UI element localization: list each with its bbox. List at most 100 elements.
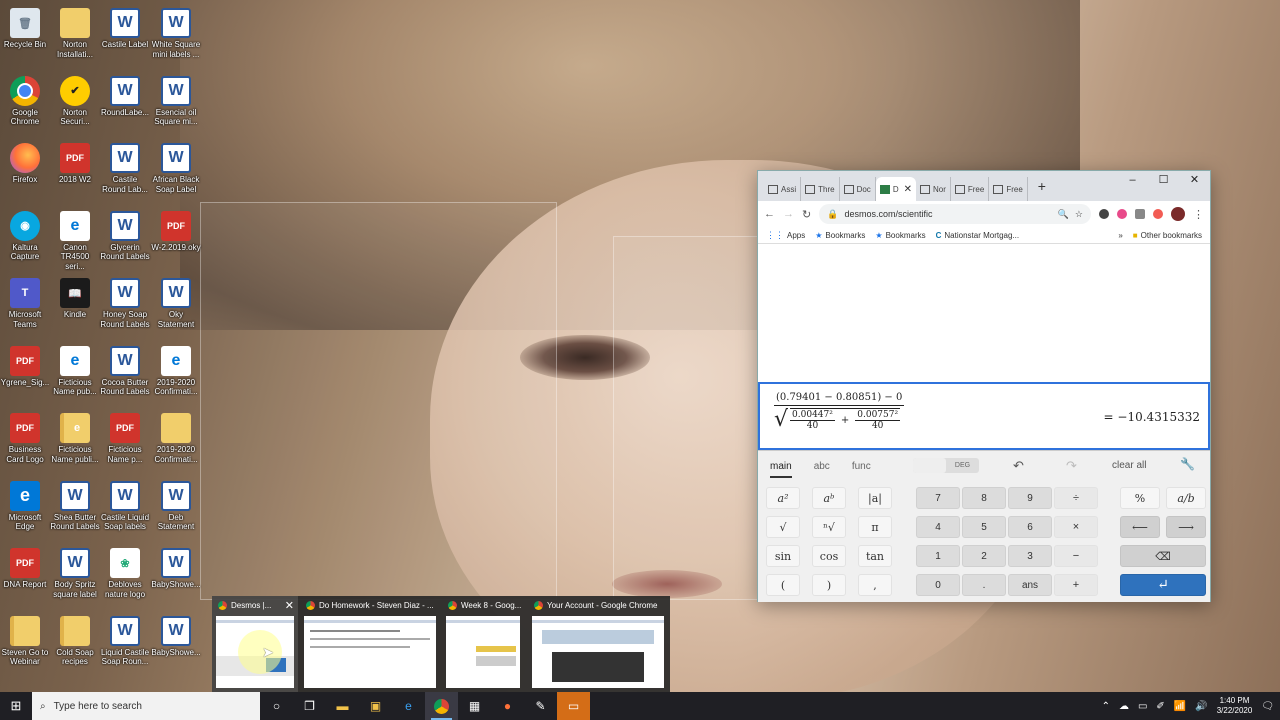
desktop-icon[interactable]: W Cocoa Butter Round Labels [100, 342, 150, 406]
calculator-icon[interactable]: ▦ [458, 692, 491, 720]
close-tab-icon[interactable]: ✕ [904, 184, 912, 195]
volume-icon[interactable]: 🔊 [1195, 701, 1207, 712]
tan-key[interactable]: tan [858, 545, 892, 567]
notifications-icon[interactable]: 🗨 [1261, 701, 1274, 712]
desktop-icon[interactable]: W Castile Liquid Soap labels [100, 477, 150, 541]
bookmark-apps[interactable]: ⋮⋮ Apps [766, 230, 805, 241]
desktop-icon[interactable]: 📖 Kindle [50, 274, 100, 338]
minimize-button[interactable]: – [1117, 171, 1148, 191]
digit-6-key[interactable]: 6 [1008, 516, 1052, 538]
task-view-icon[interactable]: ❐ [293, 692, 326, 720]
desktop-icon[interactable]: Cold Soap recipes [50, 612, 100, 676]
pen-icon[interactable]: ✐ [1156, 701, 1164, 712]
multiply-key[interactable]: × [1054, 516, 1098, 538]
desktop-icon[interactable]: PDF W-2.2019.oky [151, 207, 201, 271]
desktop-icon[interactable]: W Castile Label [100, 4, 150, 68]
new-tab-button[interactable]: + [1038, 178, 1046, 194]
recording-app-icon[interactable]: ▭ [557, 692, 590, 720]
sin-key[interactable]: sin [766, 545, 800, 567]
close-preview-icon[interactable]: ✕ [285, 599, 294, 612]
desktop-icon[interactable]: W Honey Soap Round Labels [100, 274, 150, 338]
desktop-icon[interactable]: W Liquid Castile Soap Roun... [100, 612, 150, 676]
backspace-key[interactable]: ⌫ [1120, 545, 1206, 567]
clock[interactable]: 1:40 PM 3/22/2020 [1217, 696, 1253, 716]
digit-2-key[interactable]: 2 [962, 545, 1006, 567]
extension-icon[interactable] [1153, 209, 1163, 219]
digit-5-key[interactable]: 5 [962, 516, 1006, 538]
desktop-icon[interactable]: W Glycerin Round Labels [100, 207, 150, 271]
browser-tab[interactable]: Thre [801, 177, 840, 201]
undo-icon[interactable]: ↶ [1013, 458, 1024, 474]
desktop-icon[interactable]: W White Square mini labels ... [151, 4, 201, 68]
plus-key[interactable]: + [1054, 574, 1098, 596]
rad-option[interactable] [913, 458, 946, 473]
taskbar-search[interactable]: ⌕ Type here to search [32, 692, 260, 720]
comma-key[interactable]: , [858, 574, 892, 596]
desktop-icon[interactable]: ✔ Norton Securi... [50, 72, 100, 136]
clear-all-button[interactable]: clear all [1112, 460, 1146, 471]
desktop-icon[interactable]: 2019-2020 Confirmati... [151, 409, 201, 473]
more-bookmarks-button[interactable]: » [1118, 231, 1122, 240]
desktop-icon[interactable]: W Shea Butter Round Labels [50, 477, 100, 541]
minus-key[interactable]: − [1054, 545, 1098, 567]
desktop-icon[interactable]: W RoundLabe... [100, 72, 150, 136]
app-icon[interactable]: ✎ [524, 692, 557, 720]
file-explorer-icon[interactable]: ▬ [326, 692, 359, 720]
store-icon[interactable]: ▣ [359, 692, 392, 720]
desktop-icon[interactable]: e Microsoft Edge [0, 477, 50, 541]
desktop-icon[interactable]: PDF Ygrene_Sig... [0, 342, 50, 406]
desktop-icon[interactable]: W Castile Round Lab... [100, 139, 150, 203]
desktop-icon[interactable]: Firefox [0, 139, 50, 203]
desktop-icon[interactable]: PDF Ficticious Name p... [100, 409, 150, 473]
desktop-icon[interactable]: W Esencial oil Square mi... [151, 72, 201, 136]
digit-8-key[interactable]: 8 [962, 487, 1006, 509]
desktop-icon[interactable]: T Microsoft Teams [0, 274, 50, 338]
extension-icon[interactable] [1099, 209, 1109, 219]
a-power-b-key[interactable]: aᵇ [812, 487, 846, 509]
desktop-icon[interactable]: PDF Business Card Logo [0, 409, 50, 473]
deg-option[interactable]: DEG [946, 458, 979, 473]
maximize-button[interactable]: ☐ [1148, 171, 1179, 191]
sqrt-key[interactable]: √ [766, 516, 800, 538]
digit-1-key[interactable]: 1 [916, 545, 960, 567]
address-bar[interactable]: 🔒 desmos.com/scientific 🔍 ☆ [819, 204, 1091, 224]
extension-icon[interactable] [1117, 209, 1127, 219]
preview-week8[interactable]: Week 8 - Goog... [442, 596, 524, 692]
desktop-icon[interactable]: Google Chrome [0, 72, 50, 136]
edge-icon[interactable]: e [392, 692, 425, 720]
desktop-icon[interactable]: W Deb Statement [151, 477, 201, 541]
browser-tab[interactable]: Free [989, 177, 1028, 201]
cortana-icon[interactable]: ○ [260, 692, 293, 720]
desktop-icon[interactable]: W Body Spritz square label [50, 544, 100, 608]
digit-3-key[interactable]: 3 [1008, 545, 1052, 567]
avatar[interactable] [1171, 207, 1185, 221]
zoom-icon[interactable]: 🔍 [1058, 209, 1069, 220]
wifi-icon[interactable]: 📶 [1174, 701, 1186, 712]
desktop-icon[interactable]: ❀ Debloves nature logo [100, 544, 150, 608]
desktop-icon[interactable]: e Ficticious Name publi... [50, 409, 100, 473]
pi-key[interactable]: π [858, 516, 892, 538]
extension-icon[interactable] [1135, 209, 1145, 219]
browser-tab-active[interactable]: D ✕ [875, 177, 916, 201]
digit-7-key[interactable]: 7 [916, 487, 960, 509]
network-icon[interactable]: ▭ [1138, 701, 1147, 712]
tab-abc[interactable]: abc [814, 461, 830, 472]
desktop-icon[interactable]: Steven Go to Webinar [0, 612, 50, 676]
menu-icon[interactable]: ⋮ [1193, 208, 1204, 221]
bookmark-item[interactable]: ★ Bookmarks [875, 231, 925, 240]
tab-main[interactable]: main [770, 461, 792, 478]
expression-input[interactable]: (0.79401 − 0.80851) − 0 √ 0.00447² 40 + 0… [758, 382, 1210, 450]
digit-4-key[interactable]: 4 [916, 516, 960, 538]
desktop-icon[interactable]: 🗑 Recycle Bin [0, 4, 50, 68]
abs-key[interactable]: |a| [858, 487, 892, 509]
reload-icon[interactable]: ↻ [802, 208, 811, 221]
right-paren-key[interactable]: ) [812, 574, 846, 596]
browser-tab[interactable]: Doc [840, 177, 876, 201]
other-bookmarks[interactable]: ■ Other bookmarks [1133, 231, 1202, 240]
wrench-icon[interactable]: 🔧 [1180, 457, 1195, 471]
bookmark-star-icon[interactable]: ☆ [1075, 209, 1083, 220]
firefox-icon[interactable]: ● [491, 692, 524, 720]
browser-tab[interactable]: Assi [764, 177, 802, 201]
back-icon[interactable]: ← [764, 208, 775, 220]
chevron-up-icon[interactable]: ⌃ [1102, 701, 1110, 712]
